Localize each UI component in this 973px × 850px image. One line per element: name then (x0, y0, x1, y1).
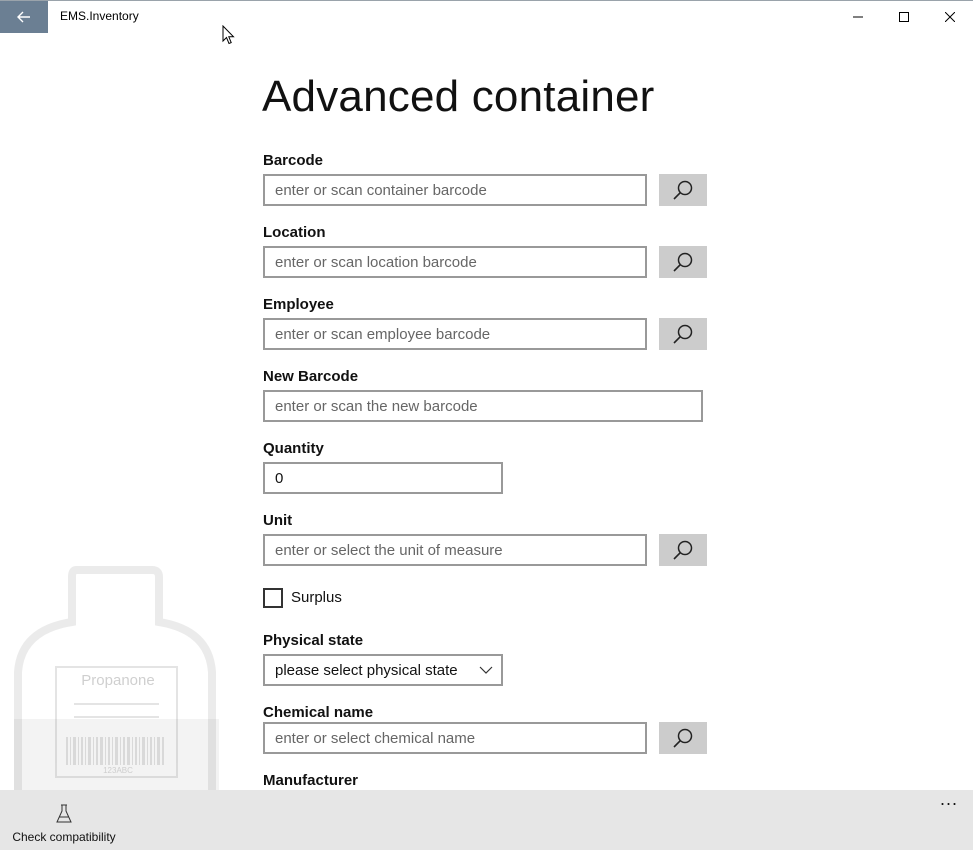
chemical-name-search-button[interactable] (659, 722, 707, 754)
chemical-name-placeholder: enter or select chemical name (275, 729, 476, 747)
title-bar: EMS.Inventory (0, 0, 973, 33)
watermark-label: Propanone (81, 672, 154, 689)
location-label: Location (263, 224, 326, 241)
quantity-input[interactable]: 0 (263, 462, 503, 494)
window-title: EMS.Inventory (60, 9, 139, 23)
search-icon (673, 728, 693, 748)
unit-placeholder: enter or select the unit of measure (275, 541, 503, 559)
barcode-placeholder: enter or scan container barcode (275, 181, 487, 199)
close-button[interactable] (927, 1, 973, 33)
check-compatibility-button[interactable]: Check compatibility (8, 802, 120, 846)
more-options-button[interactable]: ... (930, 790, 968, 816)
check-compatibility-label: Check compatibility (12, 830, 116, 844)
command-bar: Check compatibility ... (0, 790, 973, 850)
unit-label: Unit (263, 512, 293, 529)
new-barcode-placeholder: enter or scan the new barcode (275, 397, 478, 415)
background-illustration: Propanone 123ABC (14, 562, 219, 797)
unit-input[interactable]: enter or select the unit of measure (263, 534, 647, 566)
location-placeholder: enter or scan location barcode (275, 253, 477, 271)
minimize-icon (853, 16, 863, 18)
quantity-value: 0 (275, 469, 284, 487)
watermark-barcode-text: 123ABC (103, 766, 133, 775)
flask-icon (56, 804, 72, 823)
back-button[interactable] (0, 1, 48, 33)
unit-search-button[interactable] (659, 534, 707, 566)
mouse-cursor-icon (222, 25, 235, 45)
bottle-illustration: Propanone 123ABC (14, 566, 219, 792)
app-window: EMS.Inventory Propanone 123ABC Advanced … (0, 0, 973, 850)
page-title: Advanced container (262, 72, 655, 121)
new-barcode-label: New Barcode (263, 368, 359, 385)
location-search-button[interactable] (659, 246, 707, 278)
search-icon (673, 324, 693, 344)
search-icon (673, 180, 693, 200)
chemical-name-input[interactable]: enter or select chemical name (263, 722, 647, 754)
surplus-checkbox[interactable] (263, 588, 283, 608)
close-icon (945, 12, 955, 22)
back-arrow-icon (17, 11, 30, 23)
physical-state-dropdown[interactable]: please select physical state (263, 654, 503, 686)
maximize-icon (899, 12, 909, 22)
chemical-name-label: Chemical name (263, 704, 374, 721)
employee-search-button[interactable] (659, 318, 707, 350)
maximize-button[interactable] (881, 1, 927, 33)
barcode-search-button[interactable] (659, 174, 707, 206)
quantity-label: Quantity (263, 440, 324, 457)
employee-placeholder: enter or scan employee barcode (275, 325, 491, 343)
new-barcode-input[interactable]: enter or scan the new barcode (263, 390, 703, 422)
minimize-button[interactable] (835, 1, 881, 33)
physical-state-label: Physical state (263, 632, 364, 649)
chevron-down-icon (479, 666, 493, 674)
physical-state-selected: please select physical state (275, 661, 458, 679)
surplus-label[interactable]: Surplus (291, 589, 342, 606)
employee-label: Employee (263, 296, 334, 313)
location-input[interactable]: enter or scan location barcode (263, 246, 647, 278)
barcode-input[interactable]: enter or scan container barcode (263, 174, 647, 206)
barcode-label: Barcode (263, 152, 324, 169)
employee-input[interactable]: enter or scan employee barcode (263, 318, 647, 350)
search-icon (673, 252, 693, 272)
manufacturer-label: Manufacturer (263, 772, 359, 789)
search-icon (673, 540, 693, 560)
